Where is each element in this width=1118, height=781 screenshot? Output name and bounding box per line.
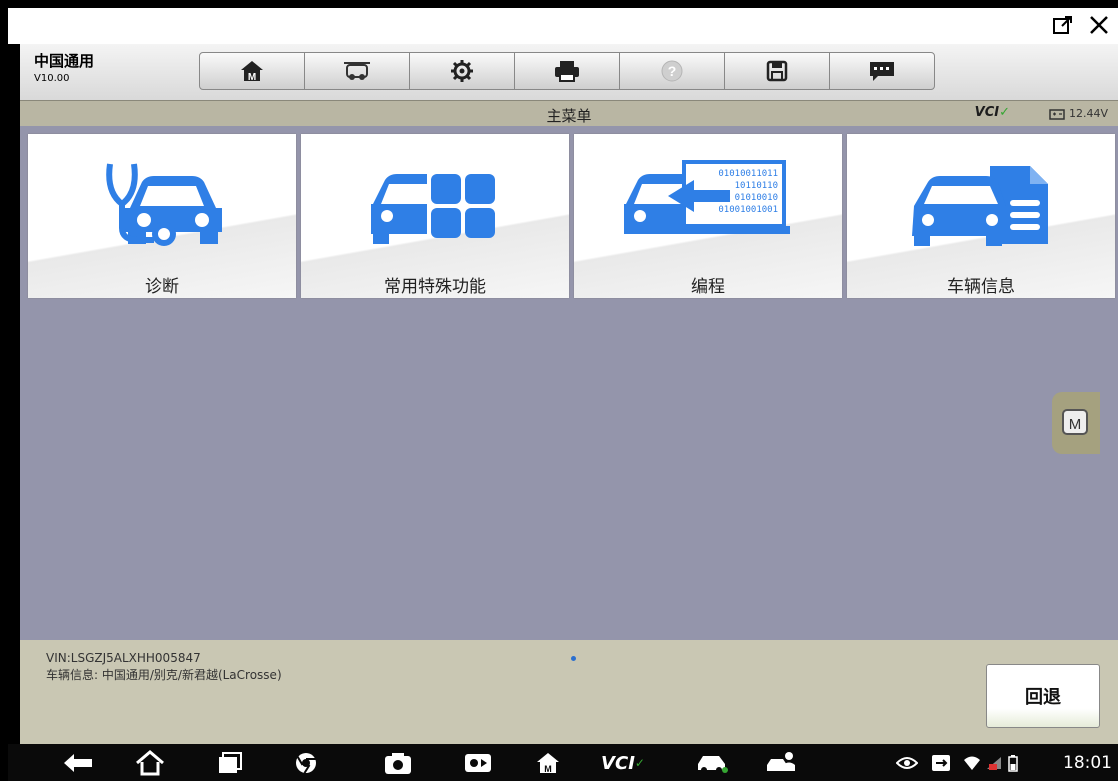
remote-expert-icon[interactable]: [760, 750, 804, 776]
tile-vehicle-info[interactable]: 车辆信息: [847, 134, 1115, 298]
status-clock: 18:01: [1063, 753, 1112, 773]
back-nav-icon[interactable]: [56, 750, 100, 776]
svg-text:?: ?: [668, 63, 677, 79]
vci-status: VCI✓: [974, 105, 1010, 120]
programming-bits-line-2: 10110110: [735, 181, 778, 191]
battery-status: 12.44V: [1049, 107, 1108, 120]
help-icon: ?: [661, 60, 683, 82]
app-version: V10.00: [34, 73, 70, 84]
main-content: 诊断 常用特殊功能 01010011011 10110110 01010010 …: [20, 126, 1118, 640]
tile-label: 诊断: [145, 277, 179, 297]
app-toolbar: 中国通用 V10.00 M ?: [20, 44, 1118, 100]
battery-voltage: 12.44V: [1068, 107, 1108, 120]
tile-diagnosis[interactable]: 诊断: [28, 134, 296, 298]
settings-button[interactable]: [409, 52, 515, 90]
svg-text:M: M: [544, 764, 552, 774]
page-title: 主菜单: [546, 107, 592, 125]
floating-menu-button[interactable]: M: [1052, 392, 1100, 454]
battery-nav-icon: [1006, 750, 1020, 776]
cast-icon[interactable]: [928, 750, 954, 776]
battery-icon: [1049, 108, 1065, 120]
tile-label: 常用特殊功能: [384, 277, 486, 297]
screen-record-icon[interactable]: [456, 750, 500, 776]
browser-icon[interactable]: [286, 750, 326, 776]
help-button[interactable]: ?: [619, 52, 725, 90]
vehicle-info-text: 车辆信息: 中国通用/别克/新君越(LaCrosse): [46, 668, 282, 682]
vin-text: VIN:LSGZJ5ALXHH005847: [46, 651, 201, 665]
eye-icon[interactable]: [892, 750, 922, 776]
signal-icon: [984, 750, 1004, 776]
tile-programming[interactable]: 01010011011 10110110 01010010 0100100100…: [574, 134, 842, 298]
home-button[interactable]: M: [199, 52, 305, 90]
tile-special-functions[interactable]: 常用特殊功能: [301, 134, 569, 298]
settings-icon: [451, 60, 473, 82]
vehicle-icon[interactable]: [690, 750, 734, 776]
android-nav-bar: M VCI ✓ 18:01: [8, 744, 1118, 781]
programming-icon: 01010011011 10110110 01010010 0100100100…: [574, 152, 842, 252]
message-icon: [870, 62, 894, 81]
recent-apps-icon[interactable]: [208, 750, 252, 776]
print-button[interactable]: [514, 52, 620, 90]
tile-label: 编程: [691, 277, 725, 297]
page-indicator-dot: [571, 656, 576, 661]
message-button[interactable]: [829, 52, 935, 90]
brand: 中国通用 V10.00: [34, 50, 94, 84]
toolbar-buttons: M ?: [199, 52, 935, 90]
diagnose-icon: [344, 62, 370, 80]
diagnose-button[interactable]: [304, 52, 410, 90]
vehicle-details: VIN:LSGZJ5ALXHH005847 车辆信息: 中国通用/别克/新君越(…: [46, 650, 282, 684]
programming-bits-line-4: 01001001001: [718, 205, 778, 215]
wifi-icon: [962, 750, 982, 776]
footer: VIN:LSGZJ5ALXHH005847 车辆信息: 中国通用/别克/新君越(…: [20, 640, 1118, 744]
diagnosis-icon: [28, 152, 296, 252]
save-icon: [766, 60, 788, 82]
vci-nav-label: VCI: [601, 752, 635, 774]
back-button[interactable]: 回退: [986, 664, 1100, 728]
app-name: 中国通用: [34, 52, 95, 70]
vci-icon[interactable]: VCI ✓: [598, 750, 648, 776]
app-home-icon[interactable]: M: [530, 750, 566, 776]
special-functions-icon: [301, 152, 569, 252]
window-titlebar: [8, 8, 1118, 44]
home-icon: M: [241, 61, 263, 83]
menu-bar: 主菜单 VCI✓ 12.44V: [20, 100, 1118, 127]
screen: 中国通用 V10.00 M ? 主菜单 VCI✓ 12.44V 诊断 常用特殊功…: [0, 0, 1118, 781]
camera-icon[interactable]: [376, 750, 420, 776]
print-icon: [555, 61, 579, 82]
svg-text:M: M: [248, 72, 256, 83]
close-icon[interactable]: [1086, 12, 1112, 38]
home-nav-icon[interactable]: [128, 750, 172, 776]
save-button[interactable]: [724, 52, 830, 90]
programming-bits-line-3: 01010010: [735, 193, 778, 203]
programming-bits-line-1: 01010011011: [718, 169, 778, 179]
floating-menu-label: M: [1069, 416, 1082, 433]
vehicle-info-icon: [847, 152, 1115, 252]
popout-icon[interactable]: [1050, 12, 1076, 38]
tile-label: 车辆信息: [947, 277, 1015, 297]
